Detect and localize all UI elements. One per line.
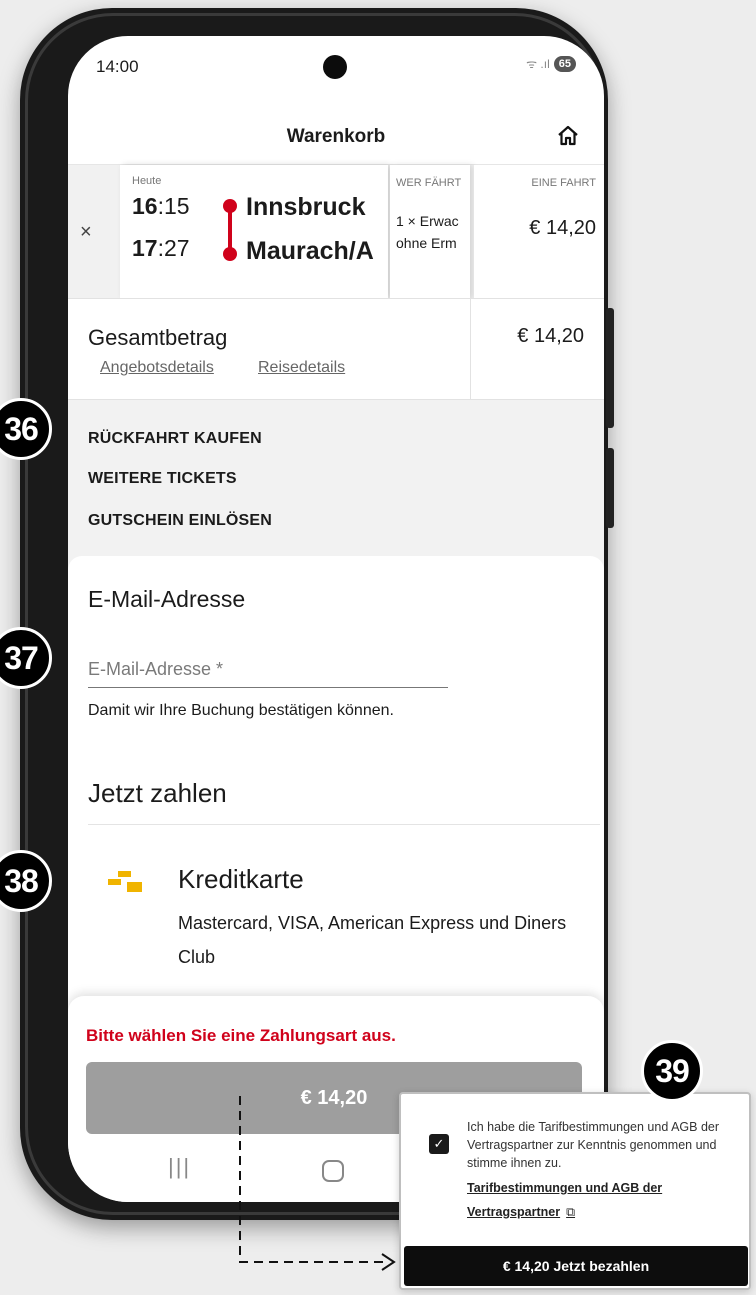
terms-link[interactable]: Tarifbestimmungen und AGB der Vertragspa…: [467, 1176, 737, 1224]
confirm-pay-button[interactable]: € 14,20 Jetzt bezahlen: [404, 1246, 748, 1286]
consent-card: ✓ Ich habe die Tarifbestimmungen und AGB…: [399, 1092, 751, 1290]
external-link-icon: ⧉: [566, 1205, 576, 1219]
consent-text: Ich habe die Tarifbestimmungen und AGB d…: [467, 1120, 720, 1170]
consent-checkbox[interactable]: ✓: [429, 1134, 449, 1154]
terms-link-text[interactable]: Tarifbestimmungen und AGB der Vertragspa…: [467, 1181, 662, 1219]
annotation-badge-39: 39: [641, 1040, 703, 1102]
